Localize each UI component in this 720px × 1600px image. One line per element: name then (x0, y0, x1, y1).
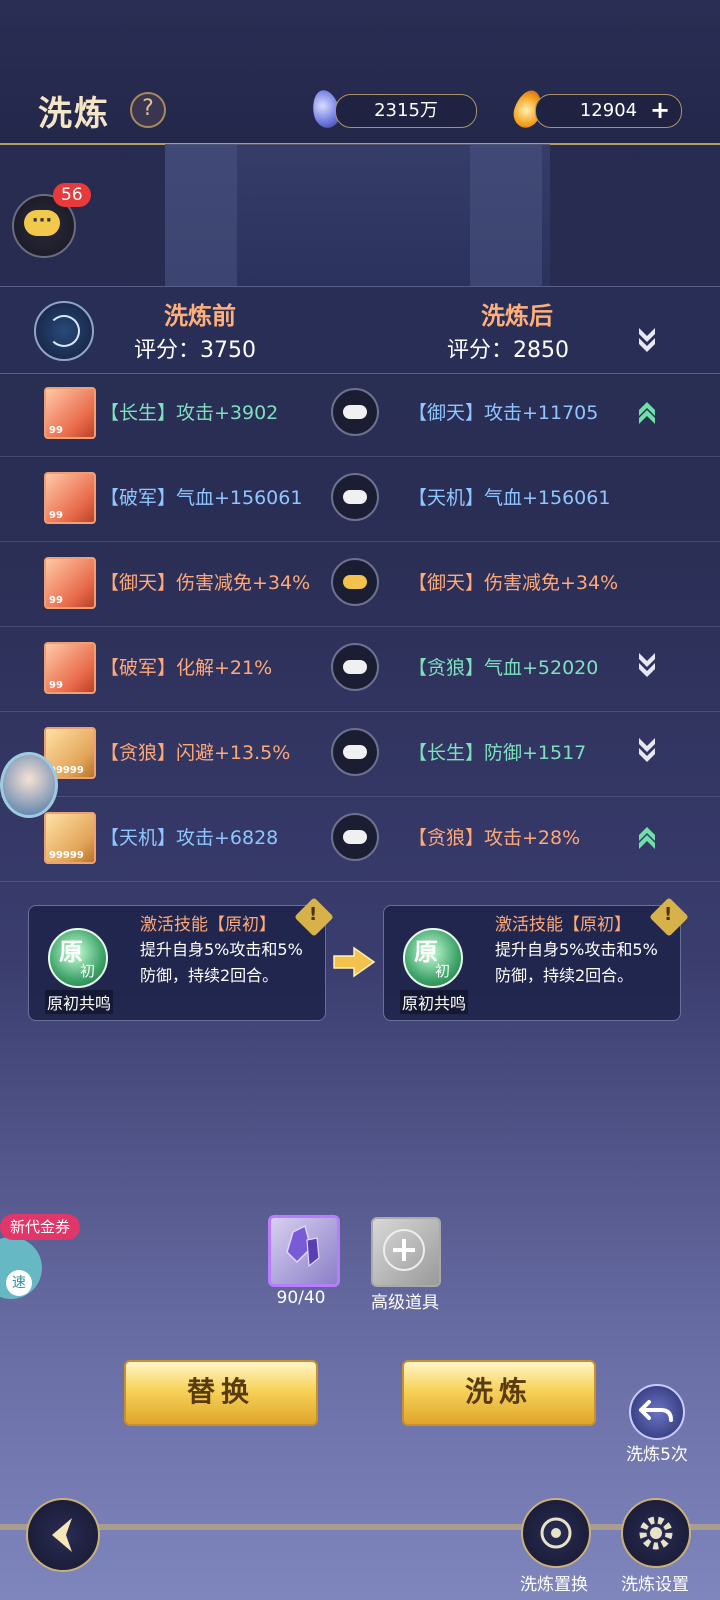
refine-swap-label: 洗炼置换 (520, 1575, 588, 1595)
stat-before: 【破军】化解+21% (100, 657, 273, 679)
warning-mark: ! (309, 904, 318, 925)
lock-icon (343, 405, 367, 419)
skill-name-before: 原初共鸣 (45, 990, 114, 1014)
plus-icon (383, 1229, 425, 1271)
stat-row: 99 【破军】化解+21% 【贪狼】气血+52020 (0, 625, 720, 712)
refine-swap-button[interactable] (521, 1498, 591, 1568)
lock-icon (343, 575, 367, 589)
refine-settings-button[interactable] (621, 1498, 691, 1568)
stat-down-arrow-icon (639, 653, 655, 677)
rune-inner (48, 315, 80, 347)
equipment-icon[interactable]: 99 (44, 557, 96, 609)
stat-after: 【长生】防御+1517 (408, 742, 587, 764)
after-title: 洗炼后 (481, 302, 553, 330)
equipment-level: 99 (49, 595, 63, 606)
stat-after: 【贪狼】攻击+28% (408, 827, 581, 849)
equipment-icon[interactable]: 99 (44, 472, 96, 524)
lock-toggle[interactable] (331, 473, 379, 521)
equipment-level: 99 (49, 425, 63, 436)
banner-pillar-right (470, 144, 542, 286)
equipment-level: 99 (49, 510, 63, 521)
crystal-icon (286, 1224, 320, 1268)
skill-title-after: 激活技能【原初】 (495, 915, 631, 935)
before-score: 评分：3750 (134, 338, 256, 363)
stat-up-arrow-icon (639, 402, 655, 424)
bottom-rail (0, 1524, 720, 1530)
warning-mark: ! (664, 904, 673, 925)
advanced-item-slot[interactable] (371, 1217, 441, 1287)
equipment-level: 99999 (49, 850, 84, 861)
stat-up-arrow-icon (639, 827, 655, 849)
add-currency-button[interactable]: + (648, 98, 672, 123)
skill-desc-before: 提升自身5%攻击和5%防御，持续2回合。 (140, 940, 303, 985)
refine-settings-label: 洗炼设置 (621, 1575, 689, 1595)
refine-button[interactable]: 洗炼 (402, 1360, 596, 1426)
stat-down-arrow-icon (639, 738, 655, 762)
companion-avatar[interactable] (0, 752, 58, 818)
page-title: 洗炼 (38, 94, 110, 134)
skill-desc-after: 提升自身5%攻击和5%防御，持续2回合。 (495, 940, 658, 985)
stat-after: 【天机】气血+156061 (408, 487, 611, 509)
lock-icon (343, 830, 367, 844)
undo-arrow-icon (639, 1400, 673, 1422)
refine-five-label: 洗炼5次 (626, 1445, 688, 1465)
stat-before: 【长生】攻击+3902 (100, 402, 279, 424)
compare-header (0, 286, 720, 374)
equipment-icon[interactable]: 99 (44, 642, 96, 694)
lock-toggle[interactable] (331, 388, 379, 436)
stat-before: 【天机】攻击+6828 (100, 827, 279, 849)
back-arrow-icon (52, 1518, 72, 1552)
lock-icon (343, 745, 367, 759)
lock-toggle[interactable] (331, 813, 379, 861)
stat-before: 【贪狼】闪避+13.5% (100, 742, 291, 764)
stat-row: 99 【御天】伤害减免+34% 【御天】伤害减免+34% (0, 540, 720, 627)
lock-toggle[interactable] (331, 728, 379, 776)
purple-crystal-item[interactable] (268, 1215, 340, 1287)
skill-name-after: 原初共鸣 (400, 990, 469, 1014)
stat-after: 【贪狼】气血+52020 (408, 657, 599, 679)
skill-orb-sub-before: 初 (80, 962, 96, 980)
crystal-count: 90/40 (276, 1288, 326, 1308)
stat-row: 99999 【贪狼】闪避+13.5% 【长生】防御+1517 (0, 710, 720, 797)
stat-row: 99999 【天机】攻击+6828 【贪狼】攻击+28% (0, 795, 720, 882)
equipment-icon[interactable]: 99 (44, 387, 96, 439)
question-icon[interactable]: ? (130, 92, 166, 128)
lock-toggle[interactable] (331, 558, 379, 606)
swirl-icon (540, 1517, 572, 1549)
stat-row: 99 【破军】气血+156061 【天机】气血+156061 (0, 455, 720, 542)
lock-icon (343, 660, 367, 674)
banner-pillar-left (165, 144, 237, 286)
stat-after: 【御天】攻击+11705 (408, 402, 599, 424)
stat-after: 【御天】伤害减免+34% (408, 572, 619, 594)
advanced-item-label: 高级道具 (371, 1293, 439, 1313)
before-title: 洗炼前 (164, 302, 236, 330)
speed-label: 速 (6, 1270, 32, 1296)
equipment-icon[interactable]: 99999 (44, 812, 96, 864)
chat-unread-badge: 56 (53, 183, 91, 207)
chat-bubble-icon: ··· (24, 210, 60, 236)
back-button[interactable] (26, 1498, 100, 1572)
arrow-right-icon (333, 946, 376, 978)
stat-before: 【破军】气血+156061 (100, 487, 303, 509)
gear-icon (639, 1516, 673, 1550)
replace-button[interactable]: 替换 (124, 1360, 318, 1426)
silver-currency: 2315万 (335, 94, 477, 128)
gold-amount: 12904 (579, 100, 638, 121)
skill-title-before: 激活技能【原初】 (140, 915, 276, 935)
score-down-arrow-icon (639, 328, 655, 352)
coupon-badge[interactable]: 新代金券 (0, 1214, 81, 1240)
stat-row: 99 【长生】攻击+3902 【御天】攻击+11705 (0, 370, 720, 457)
equipment-level: 99 (49, 680, 63, 691)
after-score: 评分：2850 (447, 338, 569, 363)
skill-orb-sub-after: 初 (435, 962, 451, 980)
refine-five-button[interactable] (629, 1384, 685, 1440)
lock-icon (343, 490, 367, 504)
stat-before: 【御天】伤害减免+34% (100, 572, 311, 594)
lock-toggle[interactable] (331, 643, 379, 691)
